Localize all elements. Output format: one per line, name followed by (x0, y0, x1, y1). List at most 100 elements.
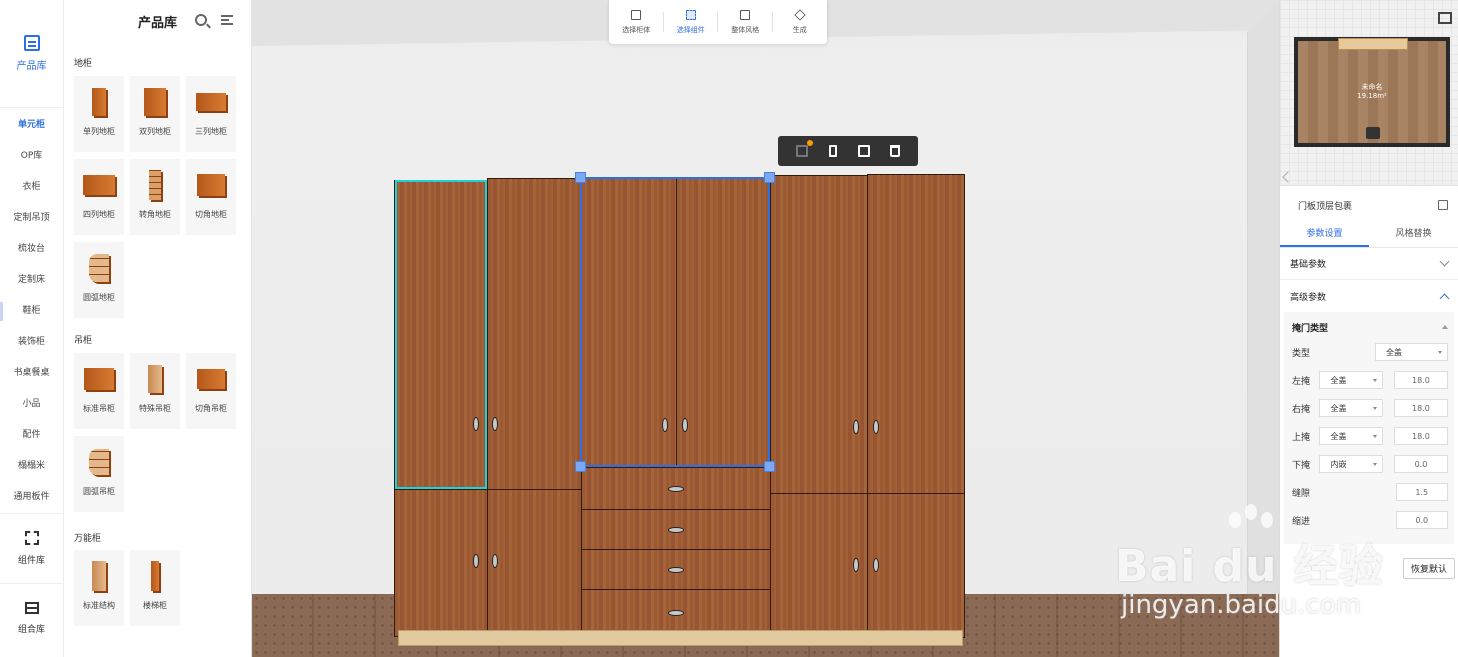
copy-button[interactable] (856, 143, 872, 159)
minimap-toggle-icon[interactable] (1438, 12, 1452, 24)
product-panel: 产品库 地柜 单列地柜 双列地柜 三列地柜 四列地柜 转角地柜 切角地柜 圆弧地… (64, 0, 252, 657)
cabinet-select-icon (631, 9, 642, 20)
cabinet-drawer[interactable] (581, 509, 771, 550)
product-item[interactable]: 单列地柜 (74, 76, 124, 152)
product-item[interactable]: 圆弧吊柜 (74, 436, 124, 512)
tab-param-settings[interactable]: 参数设置 (1280, 224, 1369, 247)
indent-input[interactable]: 0.0 (1395, 511, 1448, 529)
select-component-button[interactable]: 选择组件 (664, 0, 719, 44)
bottom-cover-input[interactable]: 0.0 (1393, 455, 1448, 473)
special-wall-cabinet-thumbnail (138, 361, 172, 397)
door-button[interactable] (825, 143, 841, 159)
generate-button[interactable]: 生成 (773, 0, 828, 44)
props-title: 门板顶层包裹 (1298, 201, 1353, 212)
door-handle (853, 558, 859, 572)
cabinet-drawer[interactable] (581, 549, 771, 590)
component-library-tab[interactable]: 组件库 (0, 513, 63, 583)
product-item[interactable]: 楼梯柜 (130, 550, 180, 626)
resize-handle[interactable] (575, 172, 586, 183)
standard-structure-thumbnail (82, 558, 116, 594)
top-cover-select[interactable]: 全盖 (1319, 427, 1383, 445)
tab-style-replace[interactable]: 风格替换 (1369, 224, 1458, 247)
angled-cabinet-thumbnail (194, 167, 228, 203)
product-item[interactable]: 双列地柜 (130, 76, 180, 152)
category-custom-ceiling[interactable]: 定制吊顶 (0, 203, 63, 234)
product-item[interactable]: 特殊吊柜 (130, 353, 180, 429)
category-parts[interactable]: 配件 (0, 420, 63, 451)
door-handle (873, 420, 879, 434)
basic-params-accordion[interactable]: 基础参数 (1280, 248, 1458, 280)
edit-icon[interactable] (1438, 200, 1448, 210)
product-item[interactable]: 切角地柜 (186, 159, 236, 235)
product-item[interactable]: 标准结构 (74, 550, 124, 626)
door-cover-group-header[interactable]: 掩门类型 (1292, 316, 1448, 338)
product-item[interactable]: 切角吊柜 (186, 353, 236, 429)
product-item[interactable]: 标准吊柜 (74, 353, 124, 429)
3d-viewport[interactable]: 选择柜体 选择组件 整体风格 生成 (252, 0, 1279, 657)
filter-icon[interactable] (221, 15, 233, 25)
cabinet-door[interactable] (770, 175, 868, 494)
component-settings-button[interactable] (794, 140, 813, 159)
reset-default-button[interactable]: 恢复默认 (1403, 558, 1455, 579)
product-item[interactable]: 圆弧地柜 (74, 242, 124, 318)
resize-handle[interactable] (764, 461, 775, 472)
properties-panel: 未命名 19.18m² 门板顶层包裹 参数设置 风格替换 基础参数 高级参数 掩… (1279, 0, 1458, 657)
category-desk-dining[interactable]: 书桌餐桌 (0, 358, 63, 389)
cabinet-door[interactable] (394, 489, 488, 637)
resize-handle[interactable] (575, 461, 586, 472)
category-generic-panels[interactable]: 通用板件 (0, 482, 63, 513)
cabinet-door[interactable] (867, 174, 965, 494)
right-cover-select[interactable]: 全盖 (1319, 399, 1383, 417)
notification-dot (806, 140, 813, 146)
camera-icon[interactable] (1366, 127, 1380, 139)
product-item[interactable]: 三列地柜 (186, 76, 236, 152)
minimap[interactable]: 未命名 19.18m² (1280, 0, 1458, 186)
cabinet-door[interactable] (770, 493, 868, 638)
minimap-wardrobe (1338, 38, 1408, 50)
resize-handle[interactable] (764, 172, 775, 183)
bottom-cover-select[interactable]: 内嵌 (1319, 455, 1383, 473)
top-cover-row: 上掩 全盖 18.0 (1292, 422, 1448, 450)
cabinet-door[interactable] (487, 178, 582, 490)
props-tabs: 参数设置 风格替换 (1280, 224, 1458, 248)
select-cabinet-button[interactable]: 选择柜体 (609, 0, 664, 44)
product-library-tab[interactable]: 产品库 (0, 0, 63, 108)
left-cover-input[interactable]: 18.0 (1393, 371, 1448, 389)
category-accessories-small[interactable]: 小品 (0, 389, 63, 420)
advanced-params-accordion[interactable]: 高级参数 (1280, 280, 1458, 312)
type-select[interactable]: 全盖 (1375, 343, 1448, 361)
trash-icon (889, 145, 900, 157)
resize-grip-icon[interactable] (1282, 171, 1294, 183)
category-unit-cabinet[interactable]: 单元柜 (0, 110, 63, 141)
right-cover-row: 右掩 全盖 18.0 (1292, 394, 1448, 422)
category-shoe-cabinet[interactable]: 鞋柜 (0, 296, 63, 327)
cabinet-drawer[interactable] (581, 467, 771, 510)
product-item[interactable]: 四列地柜 (74, 159, 124, 235)
angled-wall-cabinet-thumbnail (194, 361, 228, 397)
section-title-base-cabinet: 地柜 (74, 59, 93, 69)
combo-library-label: 组合库 (17, 625, 45, 635)
product-item[interactable]: 转角地柜 (130, 159, 180, 235)
combo-library-tab[interactable]: 组合库 (0, 583, 63, 653)
cabinet-door[interactable] (867, 493, 965, 638)
category-tatami[interactable]: 榻榻米 (0, 451, 63, 482)
top-cover-input[interactable]: 18.0 (1393, 427, 1448, 445)
category-wardrobe[interactable]: 衣柜 (0, 172, 63, 203)
category-custom-bed[interactable]: 定制床 (0, 265, 63, 296)
base-cabinet-grid: 单列地柜 双列地柜 三列地柜 四列地柜 转角地柜 切角地柜 圆弧地柜 (64, 76, 251, 325)
category-decor-cabinet[interactable]: 装饰柜 (0, 327, 63, 358)
delete-button[interactable] (887, 143, 903, 159)
search-icon[interactable] (195, 14, 207, 26)
category-op-lib[interactable]: OP库 (0, 141, 63, 172)
side-wall (1247, 0, 1279, 657)
top-toolbar: 选择柜体 选择组件 整体风格 生成 (609, 0, 827, 44)
wardrobe-model[interactable] (394, 172, 965, 650)
cabinet-door[interactable] (487, 489, 582, 637)
overall-style-button[interactable]: 整体风格 (718, 0, 773, 44)
gap-input[interactable]: 1.5 (1395, 483, 1448, 501)
selection-box[interactable] (575, 172, 775, 472)
left-cover-select[interactable]: 全盖 (1319, 371, 1383, 389)
right-cover-input[interactable]: 18.0 (1393, 399, 1448, 417)
category-dresser[interactable]: 梳妆台 (0, 234, 63, 265)
minimap-room: 未命名 19.18m² (1294, 37, 1450, 147)
